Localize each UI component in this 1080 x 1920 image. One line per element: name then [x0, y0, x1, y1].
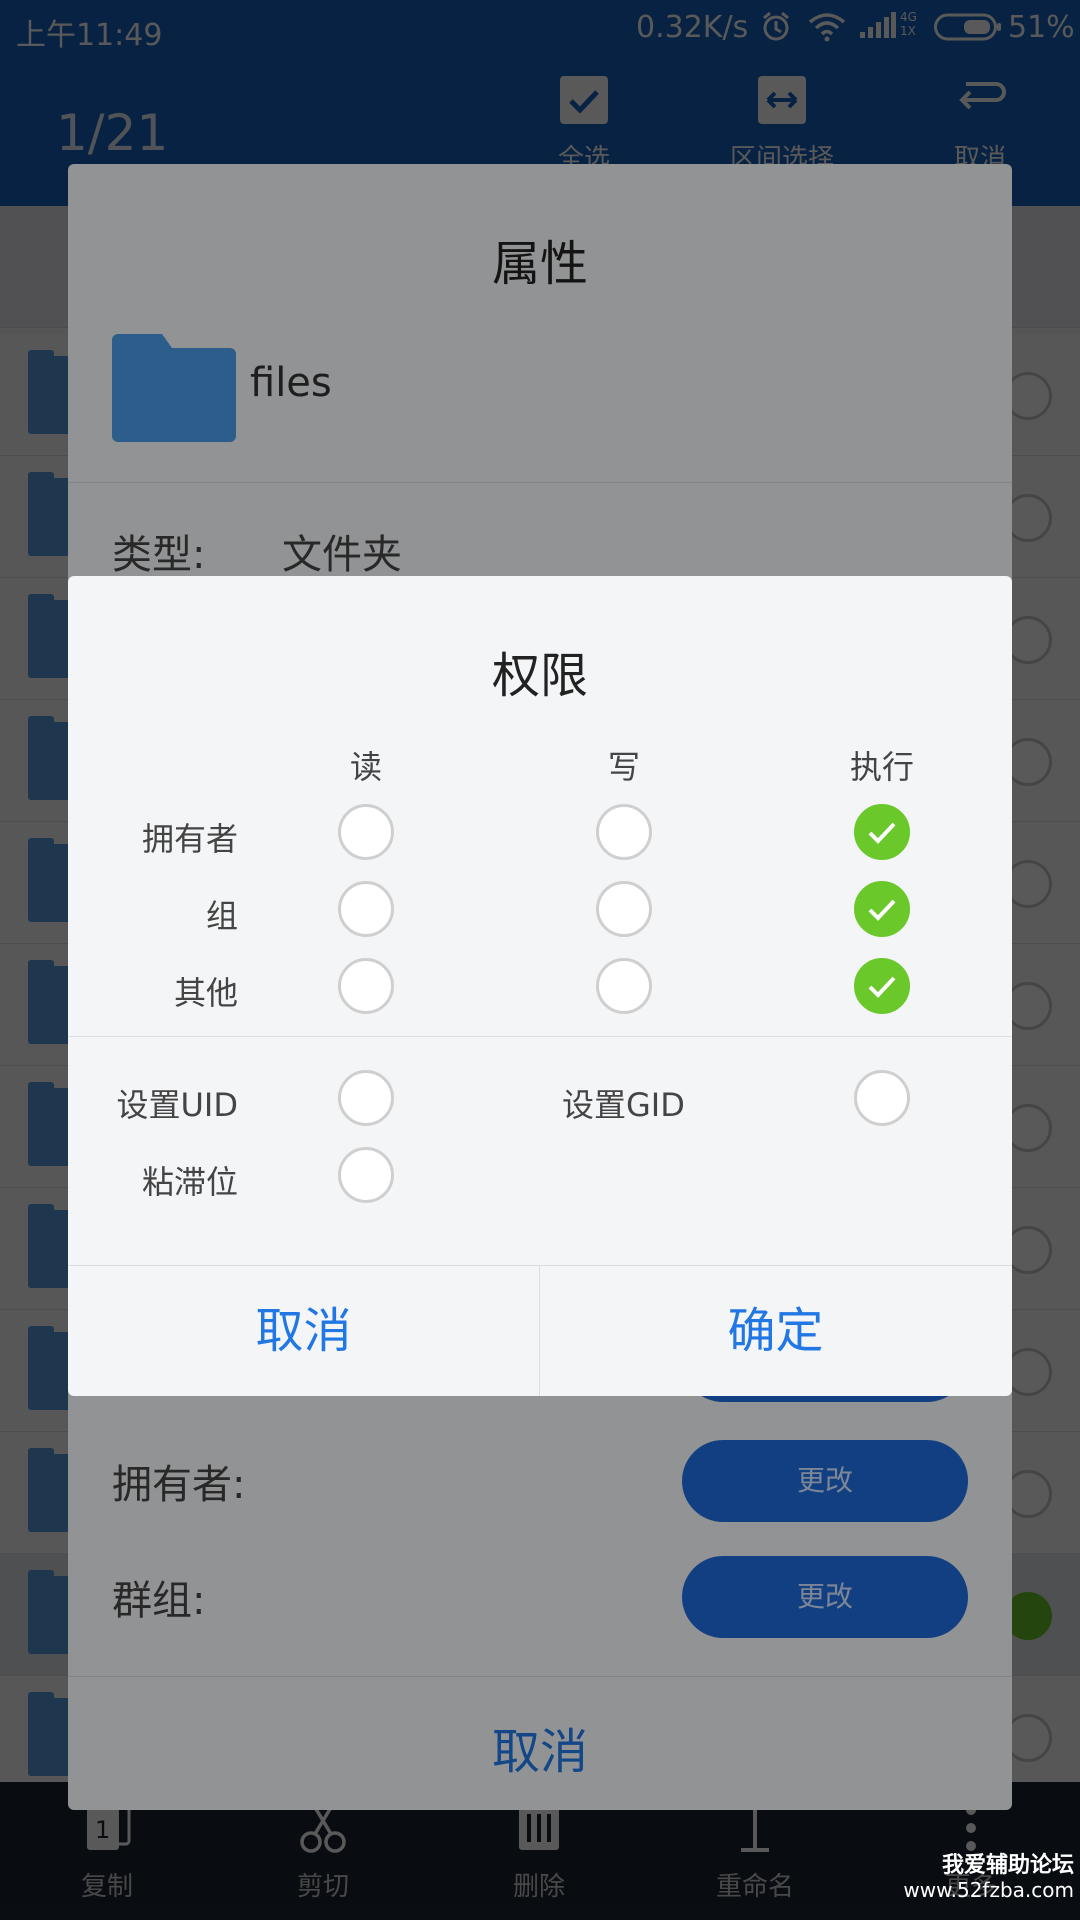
- watermark: 我爱辅助论坛 www.52fzba.com: [903, 1853, 1074, 1903]
- row-group-label: 组: [205, 897, 238, 935]
- group-execute-checkbox[interactable]: [854, 881, 910, 937]
- column-execute: 执行: [849, 748, 914, 786]
- watermark-title: 我爱辅助论坛: [941, 1853, 1074, 1878]
- group-write-checkbox[interactable]: [596, 881, 652, 937]
- column-write: 写: [607, 748, 640, 786]
- permissions-cancel-button[interactable]: 取消: [68, 1266, 539, 1396]
- group-read-checkbox[interactable]: [338, 881, 394, 937]
- sticky-bit-checkbox[interactable]: [338, 1147, 394, 1203]
- set-gid-checkbox[interactable]: [854, 1070, 910, 1126]
- permissions-title: 权限: [491, 648, 588, 704]
- other-write-checkbox[interactable]: [596, 958, 652, 1014]
- sticky-bit-label: 粘滞位: [141, 1163, 238, 1201]
- set-uid-label: 设置UID: [116, 1086, 238, 1124]
- row-other-label: 其他: [173, 974, 238, 1012]
- owner-execute-checkbox[interactable]: [854, 804, 910, 860]
- row-owner-label: 拥有者: [141, 820, 238, 858]
- owner-write-checkbox[interactable]: [596, 804, 652, 860]
- divider: [68, 1036, 1012, 1037]
- other-execute-checkbox[interactable]: [854, 958, 910, 1014]
- owner-read-checkbox[interactable]: [338, 804, 394, 860]
- column-read: 读: [349, 748, 382, 786]
- other-read-checkbox[interactable]: [338, 958, 394, 1014]
- watermark-url: www.52fzba.com: [903, 1878, 1074, 1902]
- set-uid-checkbox[interactable]: [338, 1070, 394, 1126]
- set-gid-label: 设置GID: [562, 1086, 685, 1124]
- permissions-dialog: 权限 读 写 执行 拥有者 组 其他 设置UID 设置GID 粘滞位 取消 确定: [68, 576, 1012, 1396]
- permissions-ok-button[interactable]: 确定: [540, 1266, 1011, 1396]
